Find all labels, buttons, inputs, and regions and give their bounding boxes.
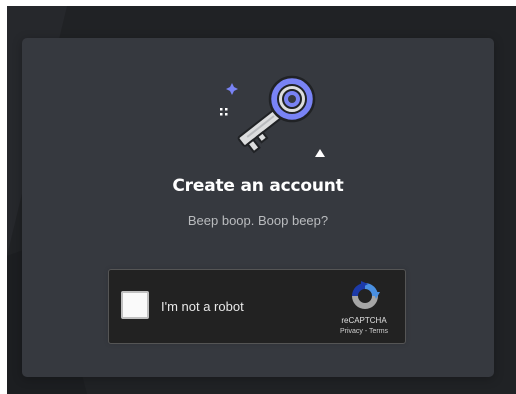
terms-link[interactable]: Terms xyxy=(369,328,388,335)
recaptcha-label: I'm not a robot xyxy=(161,299,244,314)
recaptcha-widget: I'm not a robot reCAPTCHA Privacy - Term… xyxy=(108,269,406,344)
key-icon xyxy=(220,75,325,157)
recaptcha-brand: reCAPTCHA xyxy=(341,316,387,325)
recaptcha-logo-icon xyxy=(352,281,380,309)
privacy-link[interactable]: Privacy xyxy=(340,328,363,335)
register-card: Create an account Beep boop. Boop beep? … xyxy=(22,38,494,377)
page-subtitle: Beep boop. Boop beep? xyxy=(187,213,329,228)
recaptcha-links: Privacy - Terms xyxy=(324,328,404,335)
recaptcha-checkbox[interactable] xyxy=(121,291,149,319)
page-title: Create an account xyxy=(172,176,344,196)
app-background: Create an account Beep boop. Boop beep? … xyxy=(7,6,516,394)
